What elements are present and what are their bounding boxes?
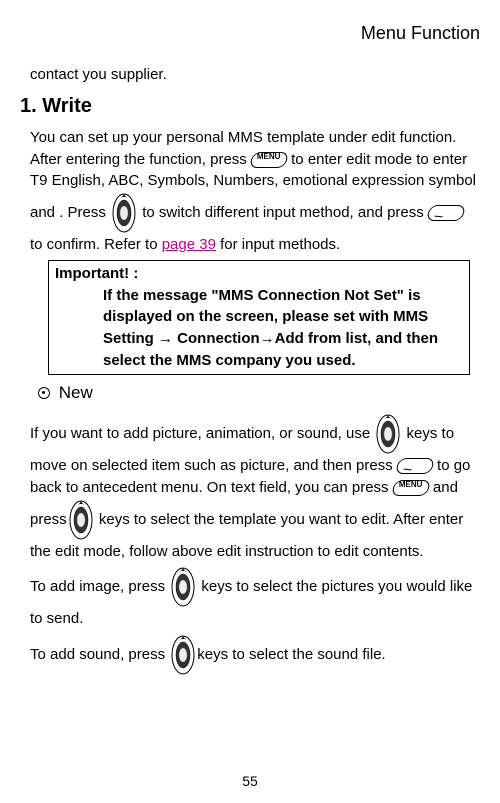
menu-button-icon: MENU xyxy=(249,152,289,168)
important-label: Important! : xyxy=(55,263,463,285)
page-header: Menu Function xyxy=(20,20,480,46)
confirm-button-icon xyxy=(395,458,435,474)
menu-button-icon: MENU xyxy=(391,480,431,496)
subsection-heading: New xyxy=(38,381,480,406)
nav-keys-icon xyxy=(169,566,197,608)
section-heading: 1. Write xyxy=(20,92,480,121)
page-link[interactable]: page 39 xyxy=(162,236,216,253)
confirm-button-icon xyxy=(426,205,466,221)
page-number: 55 xyxy=(0,771,500,791)
section-title: Write xyxy=(42,95,92,117)
important-box: Important! : If the message "MMS Connect… xyxy=(48,260,470,375)
nav-keys-icon xyxy=(110,192,138,234)
important-content: If the message "MMS Connection Not Set" … xyxy=(103,285,463,372)
paragraph-3: To add image, press keys to select the p… xyxy=(30,566,480,630)
nav-keys-icon xyxy=(374,413,402,455)
nav-keys-icon xyxy=(67,499,95,541)
section-number: 1. xyxy=(20,95,37,117)
paragraph-1: You can set up your personal MMS templat… xyxy=(30,127,480,256)
nav-keys-icon xyxy=(169,634,197,676)
bullet-icon xyxy=(38,387,50,399)
subsection-title: New xyxy=(59,383,93,402)
paragraph-4: To add sound, press keys to select the s… xyxy=(30,634,480,676)
paragraph-2: If you want to add picture, animation, o… xyxy=(30,413,480,562)
header-title: Menu Function xyxy=(361,23,480,43)
intro-text: contact you supplier. xyxy=(30,64,480,86)
